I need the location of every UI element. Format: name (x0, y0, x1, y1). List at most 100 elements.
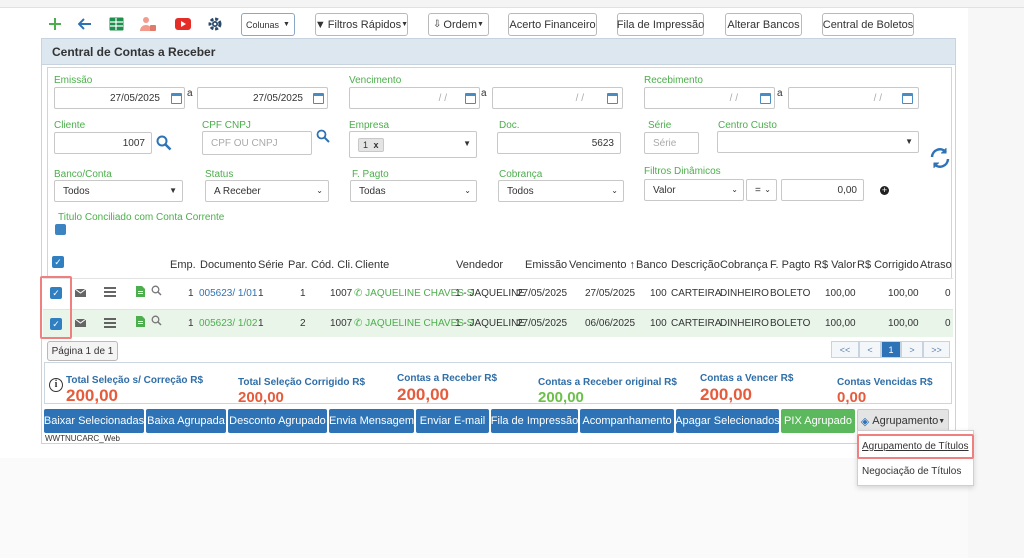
company-tag[interactable]: 1 x (358, 137, 384, 152)
payment-method-select[interactable]: Todas ⌄ (350, 180, 477, 202)
pager-prev-button[interactable]: < (859, 341, 881, 358)
financial-settlement-button[interactable]: Acerto Financeiro (508, 13, 597, 36)
calendar-icon[interactable] (171, 93, 182, 104)
dynamic-filter-field-select[interactable]: Valor ⌄ (644, 179, 744, 201)
print-queue-label: Fila de Impressão (616, 18, 705, 31)
calendar-icon[interactable] (760, 93, 771, 104)
company-select[interactable]: 1 x ▼ (349, 131, 477, 158)
pix-grouped-button[interactable]: PIX Agrupado (781, 409, 855, 433)
quick-filters-button[interactable]: ▼ Filtros Rápidos ▼ (315, 13, 408, 36)
send-email-button[interactable]: Enviar E-mail (416, 409, 489, 433)
receipt-date-from-input[interactable]: / / (644, 87, 775, 109)
bulk-settle-button[interactable]: Baixar Selecionadas (44, 409, 144, 433)
col-header-cliente[interactable]: Cliente (355, 259, 389, 271)
col-header-corrigido[interactable]: R$ Corrigido (857, 259, 919, 271)
issue-date-from-value: 27/05/2025 (109, 92, 160, 104)
tracking-button[interactable]: Acompanhamento (580, 409, 674, 433)
due-date-from-input[interactable]: / / (349, 87, 480, 109)
remove-tag-icon[interactable]: x (374, 140, 379, 150)
envelope-icon[interactable] (74, 288, 87, 300)
client-input[interactable]: 1007 (54, 132, 152, 154)
order-button[interactable]: ⇩ Ordem ▼ (428, 13, 489, 36)
row-checkbox[interactable]: ✓ (50, 287, 62, 299)
menu-icon[interactable] (104, 287, 116, 300)
col-header-serie[interactable]: Série (258, 259, 284, 271)
pager-first-button[interactable]: << (831, 341, 859, 358)
col-header-cod-cli[interactable]: Cód. Cli. (311, 259, 353, 271)
search-icon[interactable] (316, 129, 330, 146)
magnifier-icon[interactable] (151, 285, 162, 299)
back-arrow-icon[interactable] (76, 15, 94, 33)
menu-item-group-titles[interactable]: Agrupamento de Títulos (862, 441, 969, 452)
col-header-vendedor[interactable]: Vendedor (456, 259, 503, 271)
refresh-icon[interactable] (929, 147, 951, 172)
col-header-vencimento[interactable]: Vencimento ↑ (569, 259, 635, 271)
cell-documento[interactable]: 005623/ 1/01 (199, 288, 257, 299)
gear-icon[interactable] (206, 15, 224, 33)
col-header-valor[interactable]: R$ Valor (814, 259, 856, 271)
dynamic-filter-value-input[interactable]: 0,00 (781, 179, 864, 201)
print-queue-button[interactable]: Fila de Impressão (617, 13, 704, 36)
cost-center-select[interactable]: ▼ (717, 131, 919, 153)
whatsapp-icon[interactable]: ✆ (354, 288, 365, 299)
cell-vencimento: 27/05/2025 (585, 288, 636, 299)
columns-button[interactable]: Colunas ▼ (241, 13, 295, 36)
col-header-documento[interactable]: Documento (200, 259, 256, 271)
document-icon[interactable] (136, 316, 145, 330)
document-icon[interactable] (136, 286, 145, 300)
cell-documento[interactable]: 005623/ 1/02 (199, 318, 257, 329)
youtube-icon[interactable] (174, 15, 192, 33)
issue-date-to-input[interactable]: 27/05/2025 (197, 87, 328, 109)
menu-item-negotiate-titles[interactable]: Negociação de Títulos (862, 466, 961, 477)
cell-par: 2 (300, 318, 306, 329)
series-input[interactable]: Série (644, 132, 699, 154)
cell-serie: 1 (258, 288, 264, 299)
envelope-icon[interactable] (74, 318, 87, 330)
doc-input[interactable]: 5623 (497, 132, 621, 154)
add-icon[interactable] (46, 15, 64, 33)
col-header-atraso[interactable]: Atraso (920, 259, 952, 271)
dynamic-filter-operator-select[interactable]: = ⌄ (746, 179, 777, 201)
grouped-discount-button[interactable]: Desconto Agrupado (228, 409, 327, 433)
whatsapp-icon[interactable]: ✆ (354, 318, 365, 329)
magnifier-icon[interactable] (151, 315, 162, 329)
issue-date-from-input[interactable]: 27/05/2025 (54, 87, 185, 109)
collection-select[interactable]: Todos ⌄ (498, 180, 624, 202)
reconciled-checkbox[interactable] (55, 224, 66, 235)
col-header-cobranca[interactable]: Cobrança (720, 259, 768, 271)
calendar-icon[interactable] (607, 93, 618, 104)
row-checkbox[interactable]: ✓ (50, 318, 62, 330)
change-banks-button[interactable]: Alterar Bancos (725, 13, 802, 36)
col-header-descricao[interactable]: Descrição (671, 259, 720, 271)
spreadsheet-icon[interactable] (107, 15, 125, 33)
delete-selected-button[interactable]: Apagar Selecionados (675, 409, 780, 433)
col-header-emissao[interactable]: Emissão (525, 259, 567, 271)
calendar-icon[interactable] (902, 93, 913, 104)
add-filter-icon[interactable]: + (880, 186, 889, 195)
cpf-cnpj-input[interactable]: CPF OU CNPJ (202, 131, 312, 155)
pager-page-button[interactable]: 1 (881, 341, 901, 358)
boletos-center-button[interactable]: Central de Boletos (822, 13, 914, 36)
calendar-icon[interactable] (313, 93, 324, 104)
col-header-banco[interactable]: Banco (636, 259, 667, 271)
search-icon[interactable] (156, 135, 172, 154)
calendar-icon[interactable] (465, 93, 476, 104)
send-message-button[interactable]: Envia Mensagem (329, 409, 414, 433)
select-all-checkbox[interactable]: ✓ (52, 256, 64, 268)
status-value: A Receber (214, 185, 261, 197)
pager-last-button[interactable]: >> (923, 341, 950, 358)
menu-icon[interactable] (104, 318, 116, 331)
grouped-settle-button[interactable]: Baixa Agrupada (146, 409, 226, 433)
quick-filters-label: Filtros Rápidos (327, 18, 402, 31)
due-date-to-input[interactable]: / / (492, 87, 623, 109)
col-header-fpagto[interactable]: F. Pagto (770, 259, 810, 271)
receipt-date-to-input[interactable]: / / (788, 87, 919, 109)
bank-account-select[interactable]: Todos ▼ (54, 180, 183, 202)
status-select[interactable]: A Receber ⌄ (205, 180, 329, 202)
info-icon[interactable]: i (49, 378, 63, 392)
user-lock-icon[interactable] (139, 15, 157, 33)
pager-next-button[interactable]: > (901, 341, 923, 358)
print-queue-action-button[interactable]: Fila de Impressão (491, 409, 578, 433)
col-header-par[interactable]: Par. (288, 259, 308, 271)
col-header-emp[interactable]: Emp. (170, 259, 196, 271)
